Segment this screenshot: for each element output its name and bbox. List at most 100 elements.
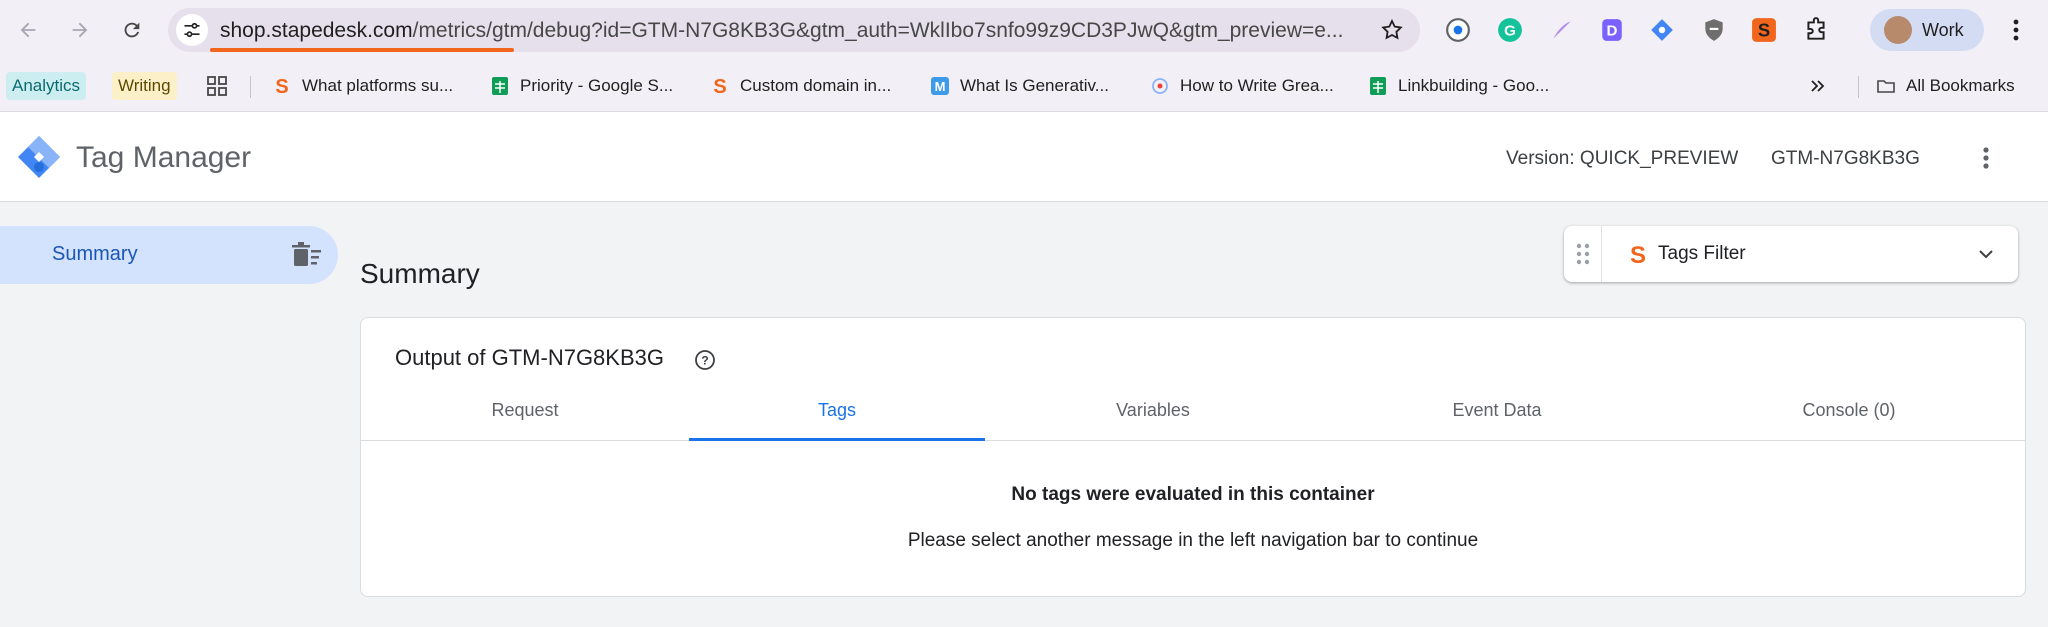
version-label: Version: QUICK_PREVIEW [1506,148,1739,169]
more-vert-icon [1983,147,1989,169]
bookmark-star-icon[interactable] [1380,18,1404,42]
bookmarks-divider [1858,76,1859,98]
tab-console[interactable]: Console (0) [1673,398,2025,441]
address-bar[interactable]: shop.stapedesk.com/metrics/gtm/debug?id=… [168,8,1420,52]
tab-label: Tags [817,400,857,420]
svg-text:?: ? [701,354,708,368]
more-vert-icon [2013,19,2019,41]
chevron-down-icon [1979,250,1993,259]
app-title: Tag Manager [76,141,252,174]
bookmark-label: What platforms su... [302,76,454,95]
extension-grammarly-icon[interactable]: G [1494,14,1526,46]
bookmark-item[interactable]: S Custom domain in... [710,72,891,100]
svg-text:M: M [935,79,946,94]
sidebar-item-summary[interactable]: Summary [0,226,338,284]
page-title: Summary [360,258,480,289]
tag-manager-logo-icon[interactable] [16,134,62,180]
extension-shield-icon[interactable] [1698,14,1730,46]
sheets-icon [492,77,508,95]
tab-request[interactable]: Request [361,398,689,441]
chevron-double-right-icon [1811,80,1825,92]
profile-button[interactable]: Work [1870,9,1984,51]
reload-icon [124,22,140,38]
bookmark-item[interactable]: How to Write Grea... [1150,72,1334,100]
profile-label: Work [1922,19,1964,40]
bookmark-label: How to Write Grea... [1180,76,1334,95]
m-icon: M [931,77,949,95]
tune-icon [184,22,200,38]
url-text: shop.stapedesk.com/metrics/gtm/debug?id=… [220,19,1350,43]
app-menu-button[interactable] [1970,140,2002,176]
url-host: shop.stapedesk.com [220,19,413,42]
tab-label: Variables [1116,400,1190,420]
active-tab-indicator [689,438,985,441]
tab-tags[interactable]: Tags [689,398,985,441]
app-header: Tag Manager Version: QUICK_PREVIEW GTM-N… [0,112,2048,202]
svg-text:S: S [275,76,288,96]
sheets-icon [1370,77,1386,95]
container-id: GTM-N7G8KB3G [1771,148,1920,169]
svg-text:S: S [1630,242,1646,266]
site-info-button[interactable] [176,14,208,46]
bookmark-label: Priority - Google S... [520,76,674,95]
svg-text:S: S [1758,20,1770,41]
browser-menu-button[interactable] [2000,14,2032,46]
stape-icon: S [275,76,288,96]
apps-button[interactable] [206,72,228,100]
arrow-right-icon [72,22,88,38]
bookmark-label: Writing [118,76,171,95]
empty-state-title: No tags were evaluated in this container [1011,484,1375,505]
globe-icon [1152,78,1168,94]
tab-label: Console (0) [1802,400,1896,420]
tab-label: Event Data [1452,400,1542,420]
svg-text:D: D [1607,22,1618,39]
back-button[interactable] [8,10,48,50]
bookmark-label: Linkbuilding - Goo... [1398,76,1550,95]
tags-filter-label: Tags Filter [1658,243,1746,264]
bookmark-item[interactable]: Linkbuilding - Goo... [1368,72,1549,100]
sidebar-item-label: Summary [52,243,138,265]
extension-quill-icon[interactable] [1546,14,1578,46]
svg-text:S: S [713,76,726,96]
avatar [1884,16,1912,44]
drag-handle[interactable] [1564,226,1602,282]
extension-stape-icon[interactable]: S [1748,14,1780,46]
extensions-puzzle-icon[interactable] [1800,14,1832,46]
bookmarks-divider [250,76,251,98]
bookmark-writing[interactable]: Writing [112,72,177,100]
bookmark-label: Custom domain in... [740,76,892,95]
stape-icon: S [713,76,726,96]
extension-analytics-icon[interactable] [1442,14,1474,46]
delete-sweep-icon[interactable] [292,242,322,268]
help-icon[interactable]: ? [694,349,716,371]
bookmark-item[interactable]: S What platforms su... [272,72,453,100]
bookmark-label: What Is Generativ... [960,76,1109,95]
output-card: Output of GTM-N7G8KB3G ? Request Tags Va… [360,317,2026,597]
bookmark-analytics[interactable]: Analytics [6,72,87,100]
bookmarks-bar: Analytics Writing S What platforms su...… [0,60,2048,112]
drag-indicator-icon [1576,243,1589,265]
extension-tag-assistant-icon[interactable] [1646,14,1678,46]
output-tabs: Request Tags Variables Event Data Consol… [361,398,2025,441]
tab-label: Request [491,400,559,420]
reload-button[interactable] [112,10,152,50]
tab-variables[interactable]: Variables [985,398,1321,441]
forward-button[interactable] [60,10,100,50]
bookmark-item[interactable]: M What Is Generativ... [930,72,1109,100]
tab-event-data[interactable]: Event Data [1321,398,1673,441]
apps-grid-icon [207,76,227,96]
more-bookmarks-button[interactable] [1808,72,1828,100]
url-highlight [210,48,514,52]
folder-icon [1877,80,1895,93]
card-title: Output of GTM-N7G8KB3G [395,345,664,370]
bookmark-label: Analytics [12,76,81,95]
arrow-left-icon [20,22,36,38]
stape-icon: S [1630,242,1646,266]
svg-text:G: G [1504,22,1516,39]
url-path: /metrics/gtm/debug?id=GTM-N7G8KB3G&gtm_a… [412,19,1344,42]
all-bookmarks-button[interactable]: All Bookmarks [1876,72,2015,100]
bookmark-item[interactable]: Priority - Google S... [490,72,673,100]
tags-filter-dropdown[interactable]: S Tags Filter [1564,226,2018,282]
extension-d-icon[interactable]: D [1596,14,1628,46]
empty-state-subtitle: Please select another message in the lef… [907,530,1479,551]
